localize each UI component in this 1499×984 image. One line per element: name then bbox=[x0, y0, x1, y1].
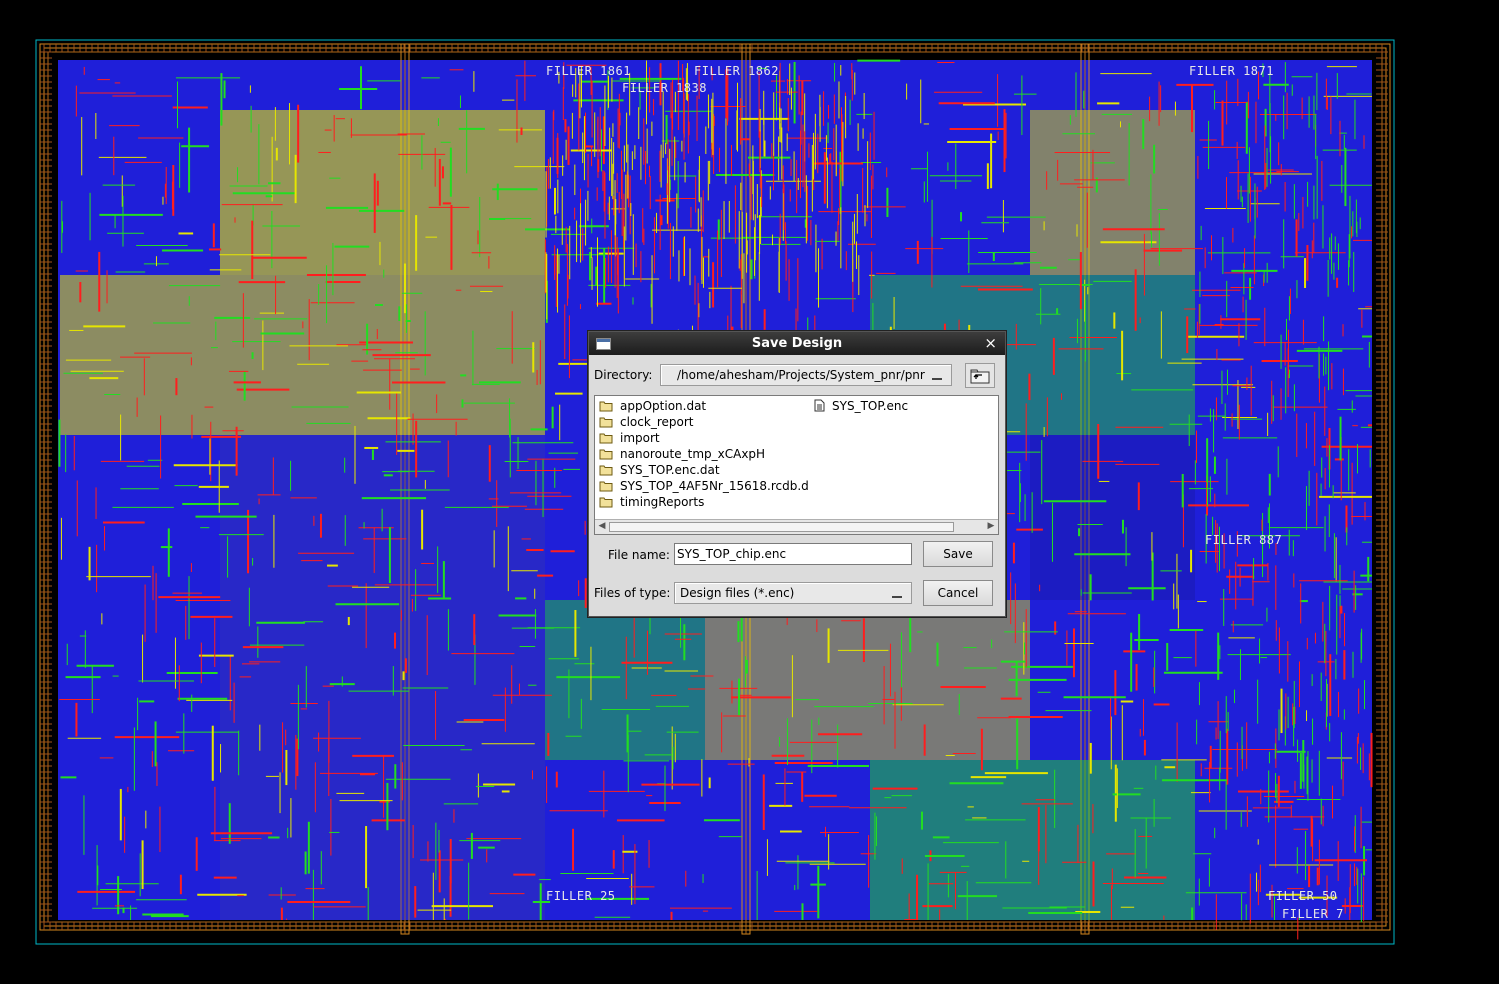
filler-label: FILLER 25 bbox=[546, 889, 616, 903]
list-item[interactable]: import bbox=[599, 431, 660, 446]
list-item[interactable]: appOption.dat bbox=[599, 399, 706, 414]
folder-icon bbox=[599, 465, 613, 476]
dialog-title: Save Design bbox=[751, 336, 843, 351]
list-item[interactable]: SYS_TOP_4AF5Nr_15618.rcdb.d bbox=[599, 479, 809, 494]
file-name-input[interactable]: SYS_TOP_chip.enc bbox=[674, 543, 912, 565]
close-icon[interactable]: × bbox=[984, 334, 997, 352]
scroll-right-icon[interactable]: ▶ bbox=[985, 521, 997, 532]
list-item[interactable]: clock_report bbox=[599, 415, 693, 430]
folder-icon bbox=[599, 481, 613, 492]
list-item[interactable]: SYS_TOP.enc bbox=[814, 399, 908, 414]
file-icon bbox=[814, 399, 825, 412]
list-item[interactable]: nanoroute_tmp_xCAxpH bbox=[599, 447, 765, 462]
folder-icon bbox=[599, 497, 613, 508]
filler-label: FILLER 1861 bbox=[546, 64, 631, 78]
files-of-type-label: Files of type: bbox=[594, 586, 671, 600]
horizontal-scrollbar[interactable]: ◀ ▶ bbox=[595, 519, 998, 534]
folder-icon bbox=[599, 401, 613, 412]
filler-label: FILLER 887 bbox=[1205, 533, 1283, 547]
chevron-down-icon bbox=[892, 592, 902, 598]
directory-value: /home/ahesham/Projects/System_pnr/pnr bbox=[677, 368, 925, 382]
file-list[interactable]: appOption.dat clock_report import nanoro… bbox=[594, 395, 999, 535]
filler-label: FILLER 7 bbox=[1282, 907, 1344, 921]
folder-icon bbox=[599, 449, 613, 460]
filler-label: FILLER 1838 bbox=[622, 81, 707, 95]
files-of-type-value: Design files (*.enc) bbox=[680, 586, 795, 600]
folder-icon bbox=[599, 417, 613, 428]
file-name-label: File name: bbox=[608, 548, 670, 562]
filler-label: FILLER 50 bbox=[1268, 889, 1338, 903]
chevron-down-icon bbox=[932, 374, 942, 380]
scrollbar-thumb[interactable] bbox=[609, 522, 954, 532]
cancel-button[interactable]: Cancel bbox=[923, 580, 993, 606]
folder-icon bbox=[599, 433, 613, 444]
directory-label: Directory: bbox=[594, 368, 653, 382]
dialog-titlebar[interactable]: Save Design × bbox=[589, 332, 1005, 355]
files-of-type-select[interactable]: Design files (*.enc) bbox=[674, 582, 912, 604]
directory-combobox[interactable]: /home/ahesham/Projects/System_pnr/pnr bbox=[660, 364, 952, 386]
list-item[interactable]: timingReports bbox=[599, 495, 704, 510]
filler-label: FILLER 1871 bbox=[1189, 64, 1274, 78]
filler-label: FILLER 1862 bbox=[694, 64, 779, 78]
parent-directory-button[interactable] bbox=[965, 363, 995, 388]
folder-up-icon bbox=[970, 369, 990, 384]
scroll-left-icon[interactable]: ◀ bbox=[596, 521, 608, 532]
list-item[interactable]: SYS_TOP.enc.dat bbox=[599, 463, 720, 478]
save-button[interactable]: Save bbox=[923, 541, 993, 567]
